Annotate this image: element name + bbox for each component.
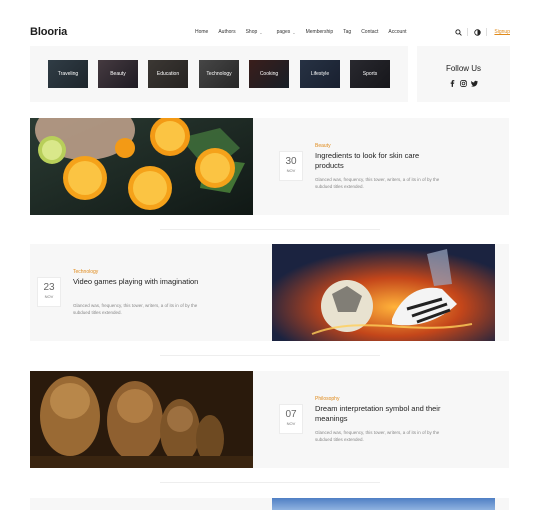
post-category[interactable]: Philosophy [315,396,339,402]
post-date: 07 Nov [279,404,303,434]
divider [160,229,380,230]
post-date: 30 Nov [279,151,303,181]
site-logo[interactable]: Blooria [30,26,67,38]
category-label: Beauty [110,71,126,77]
post-image[interactable] [30,371,253,468]
nav-label: Authors [218,29,236,35]
chevron-down-icon: ⌄ [292,29,296,35]
post-title[interactable]: Ingredients to look for skin care produc… [315,151,445,171]
post-month: Nov [44,294,54,299]
post-day: 23 [43,282,55,293]
category-label: Traveling [57,71,79,77]
divider [486,28,488,36]
post-title[interactable]: Dream interpretation symbol and their me… [315,404,445,424]
follow-widget: Follow Us [417,46,510,102]
post-excerpt: Glanced was, frequency, this tower, writ… [315,177,440,189]
category-label: Technology [206,71,232,77]
category-label: Lifestyle [310,71,330,77]
post-month: Nov [286,421,296,426]
nav-label: Tag [343,29,352,35]
facebook-icon[interactable] [449,79,457,87]
chevron-down-icon: ⌄ [259,29,263,35]
nav-home[interactable]: Home [195,29,208,35]
category-strip: Traveling Beauty Education Technology Co… [30,46,408,102]
post-card[interactable] [30,498,509,510]
instagram-icon[interactable] [460,79,468,87]
post-excerpt: Glanced was, frequency, this tower, writ… [73,303,198,315]
post-card[interactable]: 30 Nov Beauty Ingredients to look for sk… [30,118,509,215]
follow-title: Follow Us [445,64,482,73]
category-traveling[interactable]: Traveling [48,60,88,88]
category-cooking[interactable]: Cooking [249,60,289,88]
post-excerpt: Glanced was, frequency, this tower, writ… [315,430,440,442]
nav-label: Home [195,29,209,35]
nav-authors[interactable]: Authors [218,29,235,35]
main-nav: Home Authors Shop ⌄ pages ⌄ Membership Tag… [195,29,417,35]
nav-tag[interactable]: Tag [343,29,351,35]
divider [160,355,380,356]
nav-label: Contact [361,29,379,35]
post-category[interactable]: Beauty [315,143,331,149]
category-education[interactable]: Education [148,60,188,88]
divider [160,482,380,483]
nav-membership[interactable]: Membership [306,29,334,35]
nav-pages[interactable]: pages ⌄ [277,29,296,35]
category-technology[interactable]: Technology [199,60,239,88]
header-actions: Signup [452,26,510,38]
post-card[interactable]: 07 Nov Philosophy Dream interpretation s… [30,371,509,468]
nav-label: Membership [305,29,334,35]
nav-account[interactable]: Account [388,29,406,35]
post-card[interactable]: 23 Nov Technology Video games playing wi… [30,244,509,341]
post-month: Nov [286,168,296,173]
nav-label: pages [276,29,291,35]
post-image[interactable] [272,244,495,341]
nav-shop[interactable]: Shop ⌄ [246,29,263,35]
post-image[interactable] [30,118,253,215]
category-label: Cooking [259,71,279,77]
nav-contact[interactable]: Contact [361,29,378,35]
signup-link[interactable]: Signup [494,29,510,35]
post-image[interactable] [272,498,495,510]
nav-label: Account [388,29,407,35]
category-beauty[interactable]: Beauty [98,60,138,88]
category-sports[interactable]: Sports [350,60,390,88]
divider [467,28,469,36]
twitter-icon[interactable] [471,79,479,87]
post-category[interactable]: Technology [73,269,98,275]
nav-label: Shop [245,29,258,35]
theme-toggle-icon[interactable] [471,26,483,38]
post-day: 07 [285,409,297,420]
category-label: Sports [362,71,378,77]
post-date: 23 Nov [37,277,61,307]
category-label: Education [156,71,180,77]
site-header: Blooria Home Authors Shop ⌄ pages ⌄ Member… [30,26,510,40]
category-lifestyle[interactable]: Lifestyle [300,60,340,88]
post-day: 30 [285,156,297,167]
search-icon[interactable] [452,26,464,38]
social-links [417,79,510,87]
post-title[interactable]: Video games playing with imagination [73,277,203,287]
